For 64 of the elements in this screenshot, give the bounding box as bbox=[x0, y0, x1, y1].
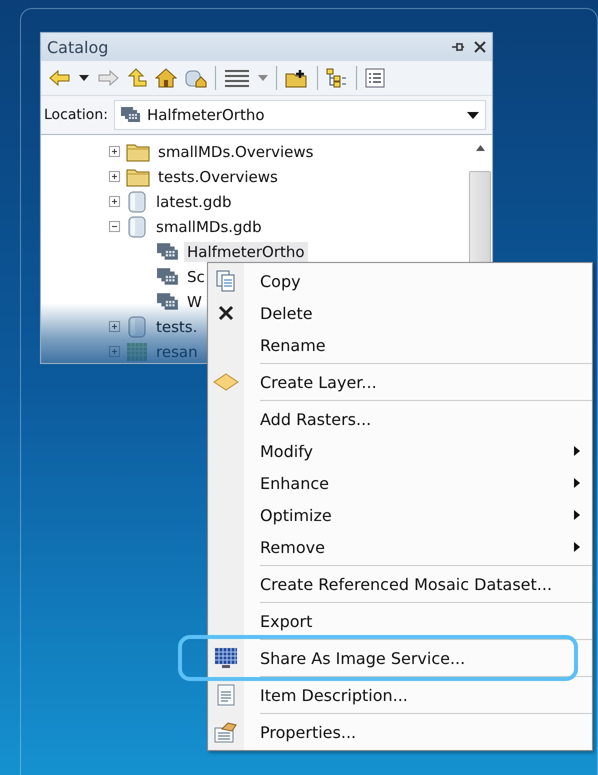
caret-icon[interactable] bbox=[79, 75, 89, 81]
back-arrow-icon[interactable] bbox=[49, 69, 71, 87]
tree-item[interactable]: latest.gdb bbox=[153, 192, 234, 212]
pin-icon[interactable] bbox=[452, 42, 464, 52]
copy-icon bbox=[216, 270, 236, 292]
mosaic-dataset-icon bbox=[120, 107, 141, 123]
menu-item[interactable]: Export bbox=[208, 605, 592, 637]
expander-icon[interactable] bbox=[109, 221, 121, 232]
menu-item[interactable]: Remove bbox=[208, 531, 592, 563]
location-label: Location: bbox=[44, 107, 108, 123]
mosaic-dataset-icon bbox=[157, 292, 179, 310]
tree-view-icon[interactable] bbox=[326, 68, 348, 88]
properties-icon bbox=[214, 721, 238, 743]
database-home-icon[interactable] bbox=[185, 68, 207, 88]
tree-item[interactable]: tests.Overviews bbox=[155, 166, 281, 186]
submenu-arrow-icon bbox=[574, 478, 580, 488]
home-icon[interactable] bbox=[155, 68, 177, 88]
up-arrow-icon[interactable] bbox=[127, 68, 147, 88]
diamond-icon bbox=[213, 373, 239, 391]
menu-item[interactable]: Share As Image Service... bbox=[208, 642, 592, 674]
expander-icon[interactable] bbox=[109, 321, 121, 332]
menu-item[interactable]: Create Layer... bbox=[208, 366, 592, 398]
table-view-icon[interactable] bbox=[224, 68, 250, 88]
submenu-arrow-icon bbox=[574, 446, 580, 456]
menu-item[interactable]: Delete bbox=[208, 297, 592, 329]
menu-item[interactable]: Create Referenced Mosaic Dataset... bbox=[208, 568, 592, 600]
menu-item[interactable]: Add Rasters... bbox=[208, 403, 592, 435]
tree-item[interactable]: Sc bbox=[184, 266, 208, 286]
document-icon bbox=[216, 684, 236, 706]
database-icon bbox=[126, 216, 148, 238]
tree-item[interactable]: smallMDs.gdb bbox=[153, 216, 265, 236]
submenu-arrow-icon bbox=[574, 510, 580, 520]
tree-item[interactable]: smallMDs.Overviews bbox=[155, 142, 316, 162]
list-view-icon[interactable] bbox=[365, 68, 385, 88]
menu-item[interactable]: Modify bbox=[208, 435, 592, 467]
panel-title: Catalog bbox=[47, 38, 110, 56]
location-dropdown[interactable]: HalfmeterOrtho bbox=[114, 100, 486, 130]
caret-icon bbox=[467, 112, 479, 118]
tree-item[interactable]: tests. bbox=[153, 316, 200, 336]
tree-item[interactable]: HalfmeterOrtho bbox=[184, 242, 308, 262]
forward-arrow-icon[interactable] bbox=[97, 69, 119, 87]
menu-item[interactable]: Copy bbox=[208, 265, 592, 297]
grid-icon bbox=[214, 647, 238, 669]
menu-item[interactable]: Enhance bbox=[208, 467, 592, 499]
raster-icon bbox=[126, 342, 148, 362]
folder-icon bbox=[126, 142, 150, 162]
database-icon bbox=[126, 190, 148, 212]
mosaic-dataset-icon bbox=[157, 268, 179, 286]
database-icon bbox=[126, 316, 148, 338]
menu-item[interactable]: Properties... bbox=[208, 716, 592, 748]
menu-item[interactable]: Item Description... bbox=[208, 679, 592, 711]
close-icon[interactable] bbox=[474, 41, 486, 53]
delete-icon bbox=[218, 305, 234, 321]
expander-icon[interactable] bbox=[109, 171, 121, 182]
expander-icon[interactable] bbox=[109, 196, 121, 207]
folder-icon bbox=[126, 166, 150, 186]
submenu-arrow-icon bbox=[574, 542, 580, 552]
scroll-up-icon[interactable] bbox=[476, 145, 484, 151]
menu-item[interactable]: Rename bbox=[208, 329, 592, 361]
mosaic-dataset-icon bbox=[157, 242, 179, 260]
expander-icon[interactable] bbox=[109, 146, 121, 157]
menu-item[interactable]: Optimize bbox=[208, 499, 592, 531]
tree-item[interactable]: W bbox=[184, 292, 205, 312]
new-folder-icon[interactable] bbox=[285, 68, 309, 88]
